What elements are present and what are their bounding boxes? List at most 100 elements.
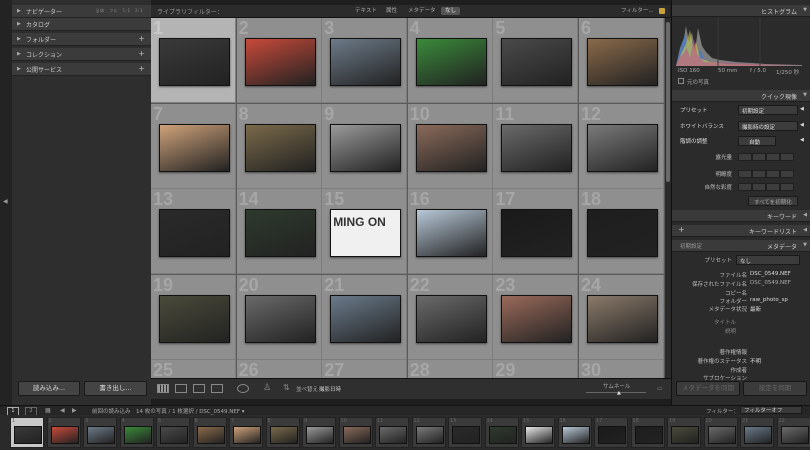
filter-tab-text[interactable]: テキスト	[351, 7, 381, 15]
grid-cell[interactable]: 3	[322, 18, 408, 103]
grid-cell[interactable]: 6	[579, 18, 664, 103]
quick-develop-header[interactable]: クイック現像 ▼	[672, 90, 810, 102]
photo-thumbnail[interactable]	[330, 294, 402, 343]
grid-cell[interactable]: 2	[236, 18, 322, 103]
clarity-plus[interactable]	[766, 170, 780, 178]
photo-thumbnail[interactable]	[244, 38, 316, 86]
grid-cell[interactable]: 18	[579, 189, 664, 275]
white-balance-select[interactable]: 撮影時の設定	[738, 121, 798, 131]
photo-thumbnail[interactable]	[587, 294, 658, 343]
filmstrip-filter-select[interactable]: フィルターオフ	[740, 406, 802, 414]
photo-thumbnail[interactable]	[501, 38, 573, 86]
add-publish-service-icon[interactable]: +	[138, 64, 145, 73]
filmstrip-thumbnail[interactable]: 7	[229, 417, 263, 448]
vibrance-plus-large[interactable]	[780, 183, 794, 191]
photo-thumbnail[interactable]	[244, 294, 316, 343]
import-button[interactable]: 読み込み...	[18, 381, 80, 396]
grid-cell[interactable]: 10	[407, 103, 493, 189]
keyword-list-header[interactable]: + キーワードリスト ◀	[672, 225, 810, 237]
filmstrip-thumbnail[interactable]: 8	[265, 417, 300, 448]
grid-cell[interactable]: 1	[151, 18, 236, 103]
photo-thumbnail[interactable]	[159, 294, 230, 343]
grid-cell[interactable]: 24	[579, 274, 664, 360]
photo-thumbnail[interactable]	[501, 209, 573, 258]
left-collapse-arrow-icon[interactable]: ◀	[3, 198, 8, 205]
photo-thumbnail[interactable]	[159, 209, 230, 258]
photo-thumbnail[interactable]: MING ON	[330, 209, 402, 258]
filename-value[interactable]: DSC_0549.NEF	[750, 271, 791, 277]
grid-cell[interactable]: 11	[493, 103, 579, 189]
navigator-header[interactable]: ▶ ナビゲーター 全体 フル 1:1 2:1	[12, 5, 151, 18]
photo-thumbnail[interactable]	[330, 38, 402, 86]
filmstrip-thumbnail[interactable]: 11	[375, 417, 409, 448]
filmstrip-thumbnail[interactable]: 3	[83, 417, 117, 448]
preset-select[interactable]: 初期設定	[738, 105, 798, 115]
filter-tab-none[interactable]: なし	[441, 7, 461, 15]
grid-cell[interactable]: 29	[493, 360, 579, 378]
add-collection-icon[interactable]: +	[138, 49, 145, 58]
grid-cell[interactable]: 4	[407, 18, 493, 103]
photo-thumbnail[interactable]	[159, 123, 230, 172]
photo-thumbnail[interactable]	[587, 38, 658, 86]
filter-preset-label[interactable]: フィルター...	[617, 7, 658, 15]
grid-cell[interactable]: 28	[407, 360, 493, 378]
photo-thumbnail[interactable]	[159, 38, 230, 86]
filter-tab-metadata[interactable]: メタデータ	[404, 7, 440, 15]
export-button[interactable]: 書き出し...	[84, 381, 147, 396]
grid-cell[interactable]: 20	[236, 274, 322, 360]
keywording-header[interactable]: キーワード ◀	[672, 210, 810, 222]
vibrance-minus[interactable]	[752, 183, 766, 191]
photo-thumbnail[interactable]	[501, 123, 573, 172]
grid-cell[interactable]: 9	[322, 103, 408, 189]
filmstrip-thumbnail[interactable]: 18	[630, 417, 665, 448]
grid-cell[interactable]: 19	[151, 274, 236, 360]
original-photo-checkbox[interactable]	[678, 78, 684, 84]
vibrance-plus[interactable]	[766, 183, 780, 191]
filmstrip-thumbnail[interactable]: 1	[10, 417, 44, 448]
grid-cell[interactable]: 12	[579, 103, 664, 189]
grid-cell[interactable]: 15 MING ON	[322, 189, 408, 275]
sync-metadata-button[interactable]: メタデータを同期	[676, 381, 740, 396]
forward-arrow-icon[interactable]: ▶	[72, 407, 77, 414]
photo-thumbnail[interactable]	[415, 294, 487, 343]
tone-arrow-icon[interactable]: ◀	[800, 137, 804, 143]
catalog-header[interactable]: ▶ カタログ	[12, 18, 151, 31]
collections-header[interactable]: ▶ コレクション +	[12, 48, 151, 61]
filmstrip-thumbnail[interactable]: 4	[119, 417, 154, 448]
filter-tab-attribute[interactable]: 属性	[382, 7, 401, 15]
filmstrip-thumbnail[interactable]: 14	[484, 417, 519, 448]
add-folder-icon[interactable]: +	[138, 34, 145, 43]
survey-view-icon[interactable]	[211, 384, 223, 393]
painter-icon[interactable]: ♙	[263, 383, 271, 393]
filter-lock-icon[interactable]	[659, 8, 665, 14]
clarity-plus-large[interactable]	[780, 170, 794, 178]
sync-settings-button[interactable]: 設定を同期	[743, 381, 807, 396]
copyright-status-value[interactable]: 不明	[750, 357, 761, 365]
grid-cell[interactable]: 16	[407, 189, 493, 275]
grid-cell[interactable]: 8	[236, 103, 322, 189]
filmstrip-thumbnail[interactable]: 15	[521, 417, 555, 448]
auto-tone-button[interactable]: 自動	[738, 136, 776, 146]
filmstrip-thumbnail[interactable]: 6	[192, 417, 227, 448]
photo-thumbnail[interactable]	[501, 294, 573, 343]
photo-thumbnail[interactable]	[415, 38, 487, 86]
sort-direction-icon[interactable]: ⇅	[283, 383, 290, 392]
people-view-icon[interactable]	[237, 384, 249, 393]
photo-thumbnail[interactable]	[244, 123, 316, 172]
filmstrip-thumbnail[interactable]: 17	[594, 417, 628, 448]
photo-thumbnail[interactable]	[415, 209, 487, 258]
compare-view-icon[interactable]	[193, 384, 205, 393]
clarity-minus-large[interactable]	[738, 170, 752, 178]
histogram-header[interactable]: ヒストグラム ▼	[672, 5, 810, 17]
reset-all-button[interactable]: すべてを初期化	[748, 196, 798, 206]
grid-cell[interactable]: 22	[407, 274, 493, 360]
grid-view-icon[interactable]	[157, 384, 169, 393]
grid-cell[interactable]: 23	[493, 274, 579, 360]
grid-cell[interactable]: 5	[493, 18, 579, 103]
folders-header[interactable]: ▶ フォルダー +	[12, 33, 151, 46]
photo-thumbnail[interactable]	[330, 123, 402, 172]
vibrance-minus-large[interactable]	[738, 183, 752, 191]
filmstrip-thumbnail[interactable]: 12	[411, 417, 446, 448]
filmstrip-thumbnail[interactable]: 21	[740, 417, 774, 448]
exposure-minus-large[interactable]	[738, 153, 752, 161]
